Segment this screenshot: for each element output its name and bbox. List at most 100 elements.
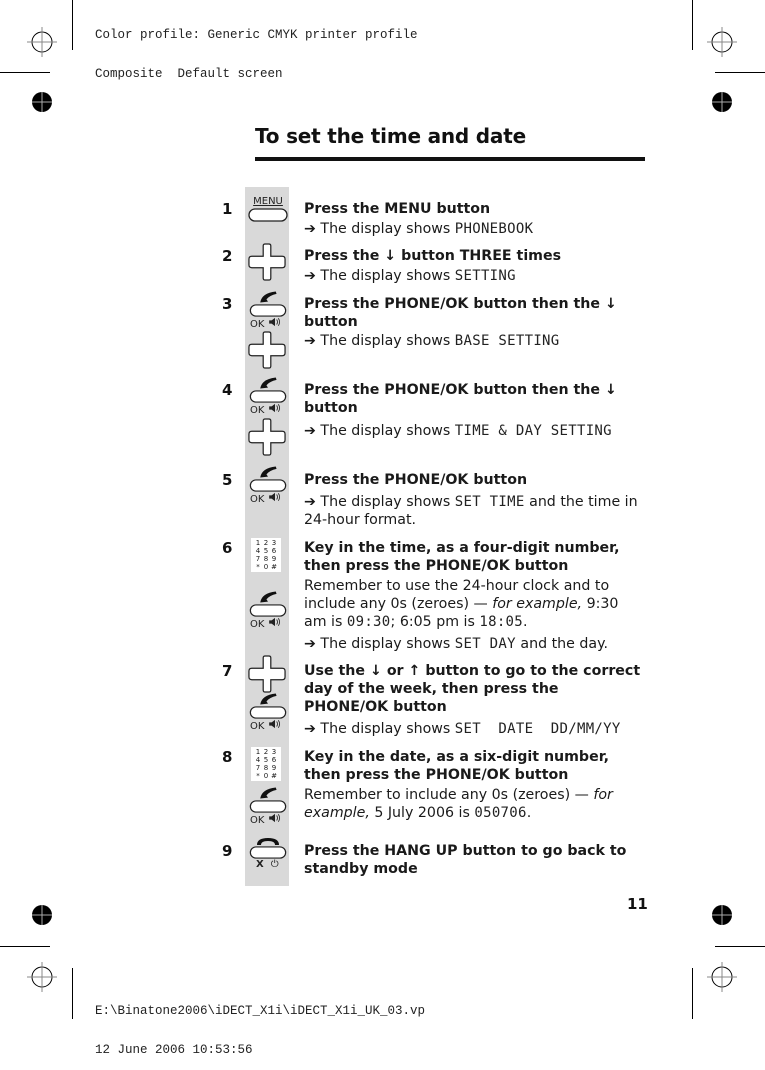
speaker-icon <box>268 317 282 327</box>
ok-label-row: OK <box>248 719 288 732</box>
step-number: 9 <box>222 842 233 860</box>
crop-mark <box>0 72 50 73</box>
step-note: Remember to use the 24-hour clock and to… <box>304 577 644 631</box>
keypad-key: 1 <box>255 748 261 756</box>
keypad-key: * <box>256 563 260 571</box>
ok-label: OK <box>250 494 265 505</box>
ok-label: OK <box>250 815 265 826</box>
button-pill-icon <box>248 390 288 403</box>
power-icon: ⏻ <box>270 859 279 870</box>
keypad-row: 123 <box>253 539 279 547</box>
note-pre: Remember to include any 0s (zeroes) — <box>304 787 594 803</box>
registration-dot-icon <box>32 905 52 925</box>
instruction-post: button then the <box>468 296 605 312</box>
menu-button-icon: MENU <box>248 196 288 226</box>
instruction-tail: button <box>304 400 358 416</box>
step-number: 4 <box>222 381 233 399</box>
up-arrow-icon: ↑ <box>408 663 421 679</box>
registration-mark-icon <box>27 962 57 992</box>
ok-label-row: OK <box>248 492 288 505</box>
note-mid: 5 July 2006 is <box>369 805 475 821</box>
navigation-pad-icon <box>248 655 286 693</box>
arrow-icon: ➔ <box>304 333 316 349</box>
step-5-text: Press the PHONE/OK button ➔ The display … <box>304 471 644 529</box>
step-number: 5 <box>222 471 233 489</box>
hang-up-button-icon: X ⏻ <box>248 836 288 870</box>
print-header: Color profile: Generic CMYK printer prof… <box>95 3 418 94</box>
instruction-bold: PHONE/OK <box>304 699 389 715</box>
step-number: 2 <box>222 247 233 265</box>
keypad-row: 789 <box>253 555 279 563</box>
keypad-key: 7 <box>255 764 261 772</box>
instruction-bold: MENU <box>384 201 432 217</box>
keypad-key: * <box>256 772 260 780</box>
instruction-mid: or <box>381 663 409 679</box>
ok-label: OK <box>250 721 265 732</box>
keypad-row: 123 <box>253 748 279 756</box>
instruction-bold: PHONE/OK <box>384 296 469 312</box>
keypad-key: # <box>271 563 277 571</box>
step-result: ➔ The display shows SETTING <box>304 267 644 285</box>
instruction-bold: PHONE/OK <box>384 382 469 398</box>
button-pill-icon <box>248 604 288 617</box>
result-prefix: The display shows <box>320 721 455 737</box>
note-italic: for example, <box>492 596 583 612</box>
step-8-text: Key in the date, as a six-digit number, … <box>304 748 644 822</box>
step-result: ➔ The display shows SET TIME and the tim… <box>304 493 644 529</box>
step-note: Remember to include any 0s (zeroes) — fo… <box>304 786 644 822</box>
result-prefix: The display shows <box>320 636 455 652</box>
handset-icon <box>248 376 288 390</box>
button-pill-icon <box>248 304 288 317</box>
step-instruction: Press the PHONE/OK button <box>304 471 644 489</box>
ok-label: OK <box>250 319 265 330</box>
speaker-icon <box>268 813 282 823</box>
speaker-icon <box>268 403 282 413</box>
step-instruction: Press the HANG UP button to go back to s… <box>304 842 644 878</box>
crop-mark <box>692 0 693 50</box>
arrow-icon: ➔ <box>304 494 316 510</box>
step-instruction: Use the ↓ or ↑ button to go to the corre… <box>304 662 644 716</box>
instruction-tail: button <box>388 699 447 715</box>
down-arrow-icon: ↓ <box>604 382 617 398</box>
keypad-row: * 0 # <box>253 563 279 571</box>
keypad-row: 456 <box>253 547 279 555</box>
keypad-key: 8 <box>263 764 269 772</box>
arrow-icon: ➔ <box>304 268 316 284</box>
step-instruction: Press the PHONE/OK button then the ↓ butt… <box>304 295 644 331</box>
instruction-pre: Press the <box>304 248 385 264</box>
instruction-bold: PHONE/OK <box>384 472 469 488</box>
instruction-post: button <box>509 558 569 574</box>
navigation-pad-icon <box>248 331 286 369</box>
instruction-pre: Press the <box>304 472 385 488</box>
instruction-pre: Press the <box>304 201 385 217</box>
lcd-display-text: SET DATE DD/MM/YY <box>454 721 621 737</box>
lcd-display-text: SETTING <box>454 268 516 284</box>
keypad-key: 9 <box>271 555 277 563</box>
keypad-key: 5 <box>263 756 269 764</box>
phone-ok-button-icon: OK <box>248 290 288 330</box>
lcd-display-text: BASE SETTING <box>454 333 560 349</box>
down-arrow-icon: ↓ <box>369 663 382 679</box>
x-label: X <box>256 859 264 870</box>
step-4-text: Press the PHONE/OK button then the ↓ butt… <box>304 381 644 440</box>
registration-dot-icon <box>712 92 732 112</box>
step-number: 6 <box>222 539 233 557</box>
step-result: ➔ The display shows PHONEBOOK <box>304 220 644 238</box>
step-2-text: Press the ↓ button THREE times ➔ The dis… <box>304 247 644 285</box>
keypad-key: 4 <box>255 756 261 764</box>
ok-label: OK <box>250 405 265 416</box>
navigation-pad-icon <box>248 243 286 281</box>
page-number: 11 <box>627 895 648 913</box>
step-3-text: Press the PHONE/OK button then the ↓ butt… <box>304 295 644 350</box>
crop-mark <box>692 968 693 1019</box>
step-result: ➔ The display shows TIME & DAY SETTING <box>304 422 644 440</box>
keypad-icon: 1 2 3 4 5 6 7 8 9 * 0 # <box>251 538 281 572</box>
speaker-icon <box>268 617 282 627</box>
phone-ok-button-icon: OK <box>248 692 288 732</box>
menu-label: MENU <box>253 196 283 207</box>
result-suffix: and the day. <box>515 636 608 652</box>
step-instruction: Press the MENU button <box>304 200 644 218</box>
result-prefix: The display shows <box>320 333 455 349</box>
print-header-line2: Composite Default screen <box>95 67 283 81</box>
instruction-bold: PHONE/OK <box>425 767 510 783</box>
